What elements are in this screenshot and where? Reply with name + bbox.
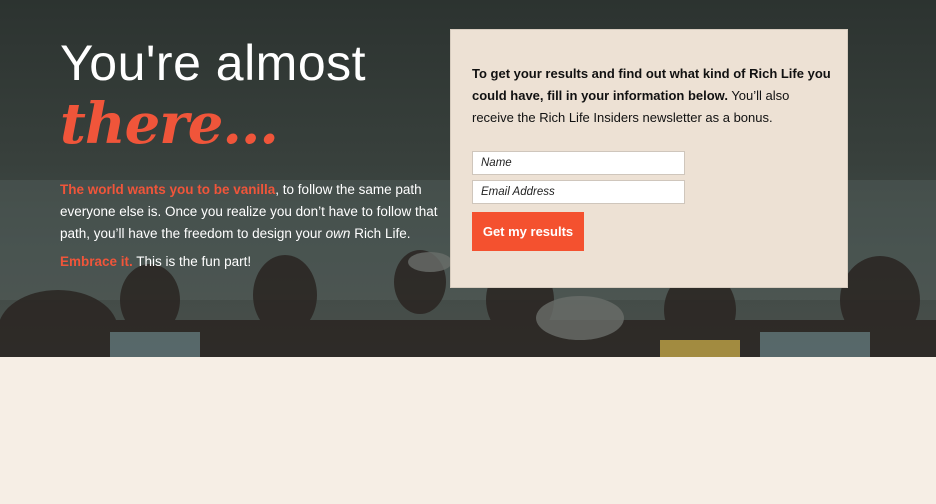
intro-emphasis: own — [325, 226, 351, 241]
embrace-text: This is the fun part! — [132, 254, 252, 269]
email-input[interactable] — [472, 180, 685, 204]
headline-line-1: You're almost — [60, 35, 367, 91]
headline-line-2: there... — [60, 91, 279, 157]
name-input[interactable] — [472, 151, 685, 175]
hero-section: You're almost there... The world wants y… — [0, 0, 936, 357]
intro-accent-text: The world wants you to be vanilla — [60, 182, 276, 197]
intro-paragraph: The world wants you to be vanilla, to fo… — [60, 179, 440, 245]
embrace-accent-text: Embrace it. — [60, 254, 133, 269]
get-results-button[interactable]: Get my results — [472, 212, 584, 251]
intro-text-b: Rich Life. — [350, 226, 411, 241]
form-description: To get your results and find out what ki… — [472, 63, 832, 129]
embrace-paragraph: Embrace it. This is the fun part! — [60, 251, 440, 273]
signup-form-card: To get your results and find out what ki… — [450, 29, 848, 288]
